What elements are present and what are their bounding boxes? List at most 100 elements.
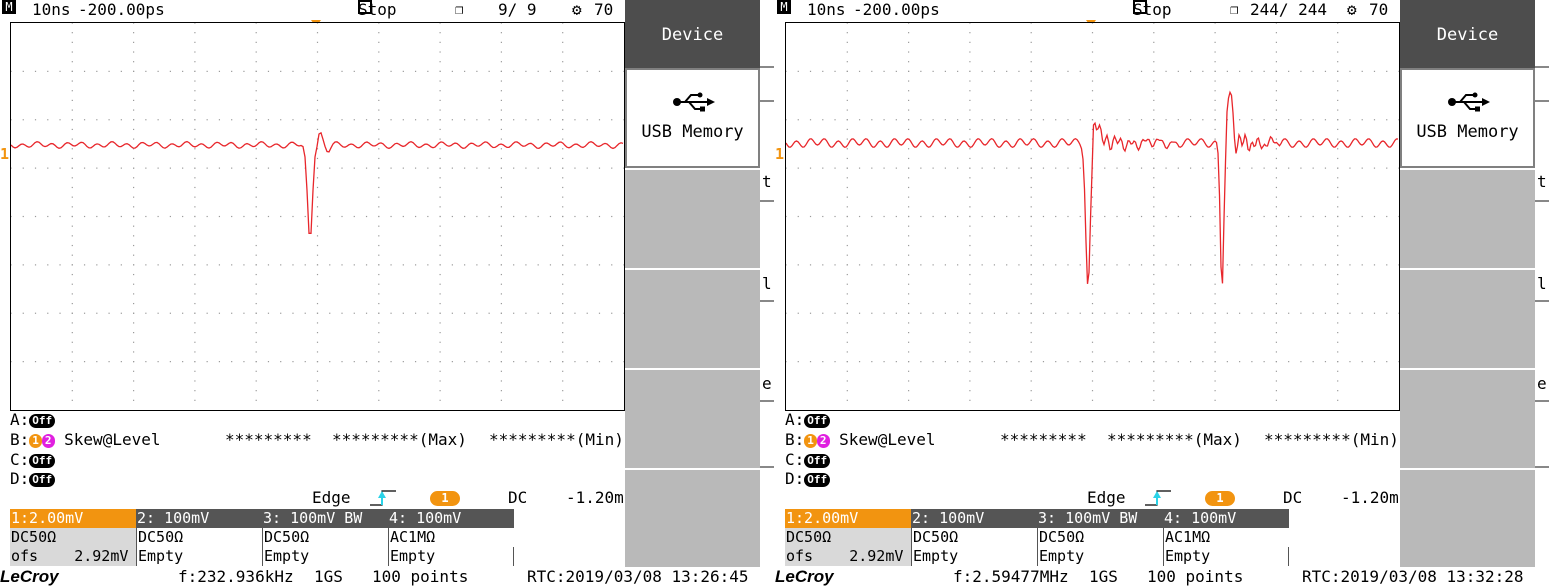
graticule-dot <box>846 61 848 63</box>
measure-c[interactable]: C: Off <box>10 450 56 470</box>
softkey-3[interactable] <box>1400 168 1535 268</box>
graticule-dot <box>908 225 910 227</box>
graticule-dot <box>194 109 196 111</box>
graticule-dot <box>993 70 996 72</box>
graticule-dot <box>500 399 502 401</box>
scope-screen-2: M 10ns -200.00ps Stop ❐ 244/ 244 ⚙ 70 1 … <box>775 0 1550 587</box>
graticule-dot <box>623 215 624 218</box>
graticule-dot <box>1214 70 1216 72</box>
channel-2-header[interactable]: 2: 100mV <box>911 509 1037 528</box>
graticule-dot <box>858 264 861 266</box>
graticule-dot <box>439 99 441 101</box>
measure-c[interactable]: C: Off <box>785 450 831 470</box>
graticule-dot <box>1128 119 1130 121</box>
softkey-4[interactable] <box>625 268 760 368</box>
graticule-dot <box>562 109 564 111</box>
graticule-dot <box>1337 186 1339 189</box>
graticule-dot <box>809 361 812 363</box>
channel-2-header[interactable]: 2: 100mV <box>136 509 262 528</box>
softkey-5[interactable] <box>625 368 760 468</box>
gear-icon[interactable]: ⚙ <box>572 0 582 20</box>
graticule-dot <box>1128 264 1130 266</box>
graticule-dot <box>71 390 73 392</box>
graticule-dot <box>71 273 73 276</box>
graticule-dot <box>969 283 971 285</box>
channel-4-header[interactable]: 4: 100mV <box>1163 509 1289 528</box>
graticule-dot <box>206 215 208 218</box>
channel-4-header[interactable]: 4: 100mV <box>388 509 514 528</box>
graticule-dot <box>1214 167 1216 169</box>
graticule-dot <box>439 51 441 53</box>
measure-b[interactable]: B: 1 2 Skew@Level <box>10 430 160 450</box>
graticule-dot <box>34 167 37 169</box>
graticule-dot <box>846 351 848 353</box>
graticule-dot <box>1091 225 1094 227</box>
graticule-dot <box>1275 390 1277 392</box>
softkey-3[interactable] <box>625 168 760 268</box>
measure-a[interactable]: A: Off <box>10 410 56 430</box>
graticule-dot <box>316 23 319 24</box>
measure-a[interactable]: A: Off <box>785 410 831 430</box>
graticule-dot <box>1214 302 1216 305</box>
rising-edge-icon <box>370 490 396 506</box>
graticule-dot <box>846 177 848 179</box>
graticule-dot <box>280 312 282 314</box>
graticule-dot <box>378 225 380 227</box>
graticule-dot <box>1324 312 1327 314</box>
graticule-dot <box>476 70 478 72</box>
graticule-dot <box>47 215 49 218</box>
graticule-dot <box>267 167 270 169</box>
usb-memory-button[interactable]: USB Memory <box>1400 68 1535 168</box>
graticule-dot <box>944 70 946 72</box>
graticule-dot <box>1337 302 1339 305</box>
channel-3-header[interactable]: 3: 100mV BW <box>1037 509 1163 528</box>
graticule-dot <box>71 264 73 266</box>
graticule-dot <box>378 61 380 63</box>
graticule-dot <box>1030 90 1032 92</box>
graticule-dot <box>1030 119 1032 121</box>
measure-b[interactable]: B: 1 2 Skew@Level <box>785 430 935 450</box>
graticule-dot <box>451 312 453 314</box>
softkey-5[interactable] <box>1400 368 1535 468</box>
softkey-4[interactable] <box>1400 268 1535 368</box>
graticule-dot <box>255 196 257 198</box>
graticule-dot <box>1104 215 1106 218</box>
graticule-dot <box>908 128 910 131</box>
device-button[interactable]: Device <box>625 0 760 68</box>
graticule-dot <box>194 264 196 266</box>
graticule-dot <box>439 244 441 247</box>
graticule-dot <box>488 215 490 218</box>
graticule-dot <box>1091 99 1094 101</box>
graticule-dot <box>969 32 971 34</box>
graticule-dot <box>1091 196 1094 198</box>
graticule-dot <box>1312 361 1314 363</box>
channel-1-header[interactable]: 1:2.00mV <box>785 509 911 528</box>
graticule-dot <box>390 167 392 169</box>
channel-3-header[interactable]: 3: 100mV BW <box>262 509 388 528</box>
gear-icon[interactable]: ⚙ <box>1347 0 1357 20</box>
measure-d[interactable]: D: Off <box>10 469 56 489</box>
graticule-dot <box>537 361 539 363</box>
measure-d[interactable]: D: Off <box>785 469 831 489</box>
graticule-dot <box>993 215 996 218</box>
device-button[interactable]: Device <box>1400 0 1535 68</box>
graticule-dot <box>71 128 73 131</box>
graticule-dot <box>895 119 897 121</box>
graticule-dot <box>83 264 86 266</box>
graticule-dot <box>1116 361 1118 363</box>
graticule-dot <box>500 90 502 92</box>
softkey-6[interactable] <box>1400 468 1535 567</box>
graticule-dot <box>292 167 294 169</box>
graticule-dot <box>1030 351 1032 353</box>
channel-1-header[interactable]: 1:2.00mV <box>10 509 136 528</box>
graticule-dot <box>1275 99 1277 101</box>
graticule-dot <box>822 167 824 169</box>
usb-memory-button[interactable]: USB Memory <box>625 68 760 168</box>
softkey-6[interactable] <box>625 468 760 567</box>
graticule-dot <box>969 61 971 63</box>
graticule-dot <box>59 215 61 218</box>
graticule-dot <box>500 264 502 266</box>
graticule-dot <box>1239 312 1241 314</box>
graticule-dot <box>1275 341 1277 343</box>
graticule-dot <box>1288 264 1290 266</box>
